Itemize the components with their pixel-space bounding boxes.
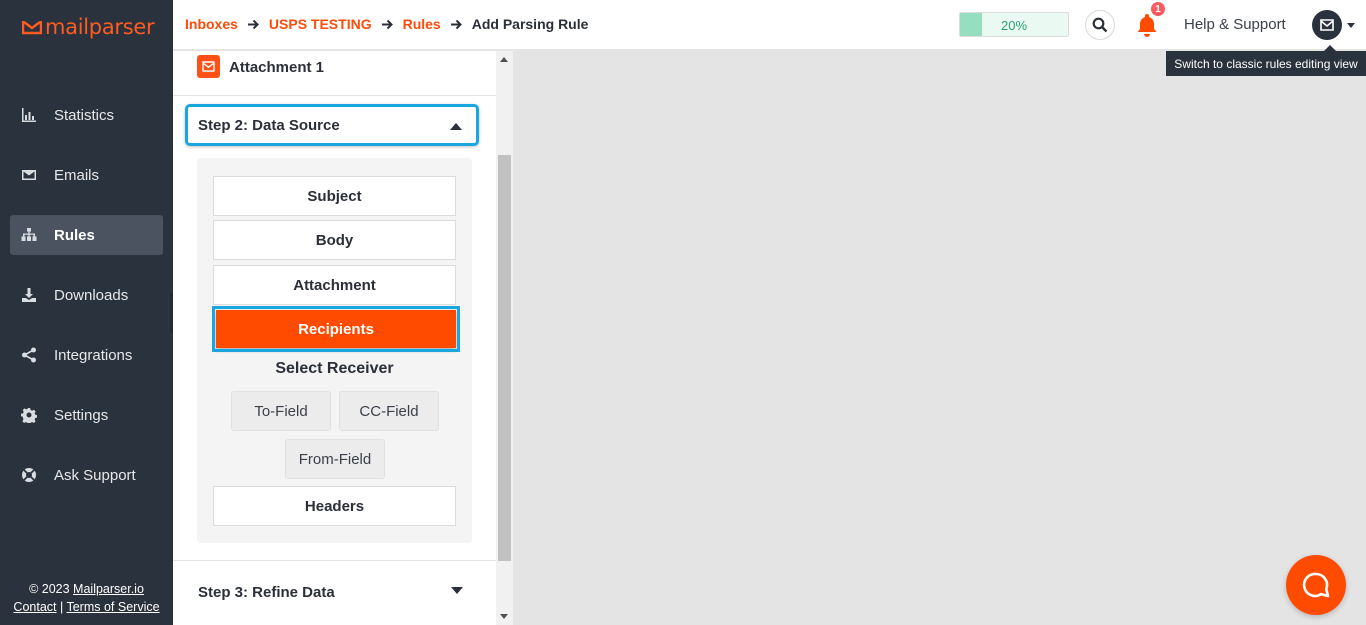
download-icon xyxy=(20,286,38,304)
source-attachment-button[interactable]: Attachment xyxy=(213,265,456,305)
data-source-options: Subject Body Attachment Recipients Selec… xyxy=(197,158,472,543)
breadcrumb: Inboxes USPS TESTING Rules Add Parsing R… xyxy=(185,16,588,32)
panel-scrollbar[interactable] xyxy=(496,51,513,625)
sidebar-item-downloads[interactable]: Downloads xyxy=(10,275,163,315)
scroll-thumb[interactable] xyxy=(498,155,511,561)
logo-mark-icon xyxy=(22,21,42,35)
arrow-right-icon xyxy=(450,19,462,29)
chat-support-button[interactable] xyxy=(1286,555,1346,615)
mailparser-logo[interactable]: mailparser xyxy=(22,14,155,40)
footer-separator: | xyxy=(56,600,67,614)
caret-up-icon xyxy=(450,123,462,130)
classic-view-tooltip: Switch to classic rules editing view xyxy=(1166,45,1366,76)
cc-field-button[interactable]: CC-Field xyxy=(339,391,439,431)
select-receiver-heading: Select Receiver xyxy=(275,360,394,377)
logo-text: mailparser xyxy=(45,15,155,39)
breadcrumb-inboxes[interactable]: Inboxes xyxy=(185,16,238,32)
arrow-right-icon xyxy=(247,19,259,29)
from-field-button[interactable]: From-Field xyxy=(285,439,385,479)
arrow-right-icon xyxy=(381,19,393,29)
caret-down-icon xyxy=(451,587,463,594)
sidebar-item-label: Downloads xyxy=(54,286,129,304)
step2-header[interactable]: Step 2: Data Source xyxy=(185,104,479,146)
sidebar-nav: Statistics Emails Rules Downloads Integr… xyxy=(10,95,163,515)
sidebar-item-label: Rules xyxy=(54,226,95,244)
envelope-icon xyxy=(20,166,38,184)
gear-icon xyxy=(20,406,38,424)
breadcrumb-rules[interactable]: Rules xyxy=(403,16,441,32)
sidebar-footer: © 2023 Mailparser.io Contact | Terms of … xyxy=(0,580,173,616)
source-subject-button[interactable]: Subject xyxy=(213,176,456,216)
sidebar-item-settings[interactable]: Settings xyxy=(10,395,163,435)
help-support-link[interactable]: Help & Support xyxy=(1184,16,1286,33)
source-headers-button[interactable]: Headers xyxy=(213,486,456,526)
chevron-down-icon xyxy=(1347,22,1355,28)
sidebar-item-emails[interactable]: Emails xyxy=(10,155,163,195)
terms-link[interactable]: Terms of Service xyxy=(66,600,159,614)
site-link[interactable]: Mailparser.io xyxy=(73,582,144,596)
sidebar-item-integrations[interactable]: Integrations xyxy=(10,335,163,375)
notification-badge: 1 xyxy=(1149,0,1167,18)
sidebar-item-label: Settings xyxy=(54,406,109,424)
search-button[interactable] xyxy=(1085,10,1115,40)
source-body-button[interactable]: Body xyxy=(213,220,456,260)
account-menu[interactable] xyxy=(1312,10,1355,40)
top-bar: Inboxes USPS TESTING Rules Add Parsing R… xyxy=(173,0,1366,50)
breadcrumb-inbox[interactable]: USPS TESTING xyxy=(269,16,372,32)
attachment-label: Attachment 1 xyxy=(229,59,325,76)
sidebar-item-label: Emails xyxy=(54,166,100,184)
source-recipients-button[interactable]: Recipients xyxy=(212,306,460,352)
bar-chart-icon xyxy=(20,106,38,124)
step3-title: Step 3: Refine Data xyxy=(198,584,335,601)
to-field-button[interactable]: To-Field xyxy=(231,391,331,431)
avatar xyxy=(1312,10,1342,40)
sidebar-item-label: Ask Support xyxy=(54,466,136,484)
sidebar-item-statistics[interactable]: Statistics xyxy=(10,95,163,135)
attachment-row[interactable]: Attachment 1 xyxy=(173,51,496,96)
sitemap-icon xyxy=(20,226,38,244)
sidebar: mailparser Statistics Emails Rules Downl… xyxy=(0,0,173,625)
breadcrumb-current: Add Parsing Rule xyxy=(471,16,589,32)
envelope-icon xyxy=(1320,19,1334,31)
step2-title: Step 2: Data Source xyxy=(198,116,340,134)
copyright-text: © 2023 xyxy=(29,582,74,596)
scroll-down-arrow-icon[interactable] xyxy=(500,614,508,619)
sidebar-item-ask-support[interactable]: Ask Support xyxy=(10,455,163,495)
share-icon xyxy=(20,346,38,364)
chat-bubble-icon xyxy=(1302,572,1330,598)
sidebar-item-label: Integrations xyxy=(54,346,133,364)
search-icon xyxy=(1092,17,1108,33)
lifebuoy-icon xyxy=(20,466,38,484)
sidebar-item-rules[interactable]: Rules xyxy=(10,215,163,255)
sidebar-item-label: Statistics xyxy=(54,106,115,124)
progress-label: 20% xyxy=(1000,18,1028,33)
contact-link[interactable]: Contact xyxy=(13,600,56,614)
rule-editor-panel: Attachment 1 Step 2: Data Source Subject… xyxy=(173,51,496,625)
envelope-icon xyxy=(197,55,220,78)
setup-progress-bar[interactable]: 20% xyxy=(959,12,1069,37)
scroll-up-arrow-icon[interactable] xyxy=(500,57,508,62)
step3-header[interactable]: Step 3: Refine Data xyxy=(173,561,496,621)
